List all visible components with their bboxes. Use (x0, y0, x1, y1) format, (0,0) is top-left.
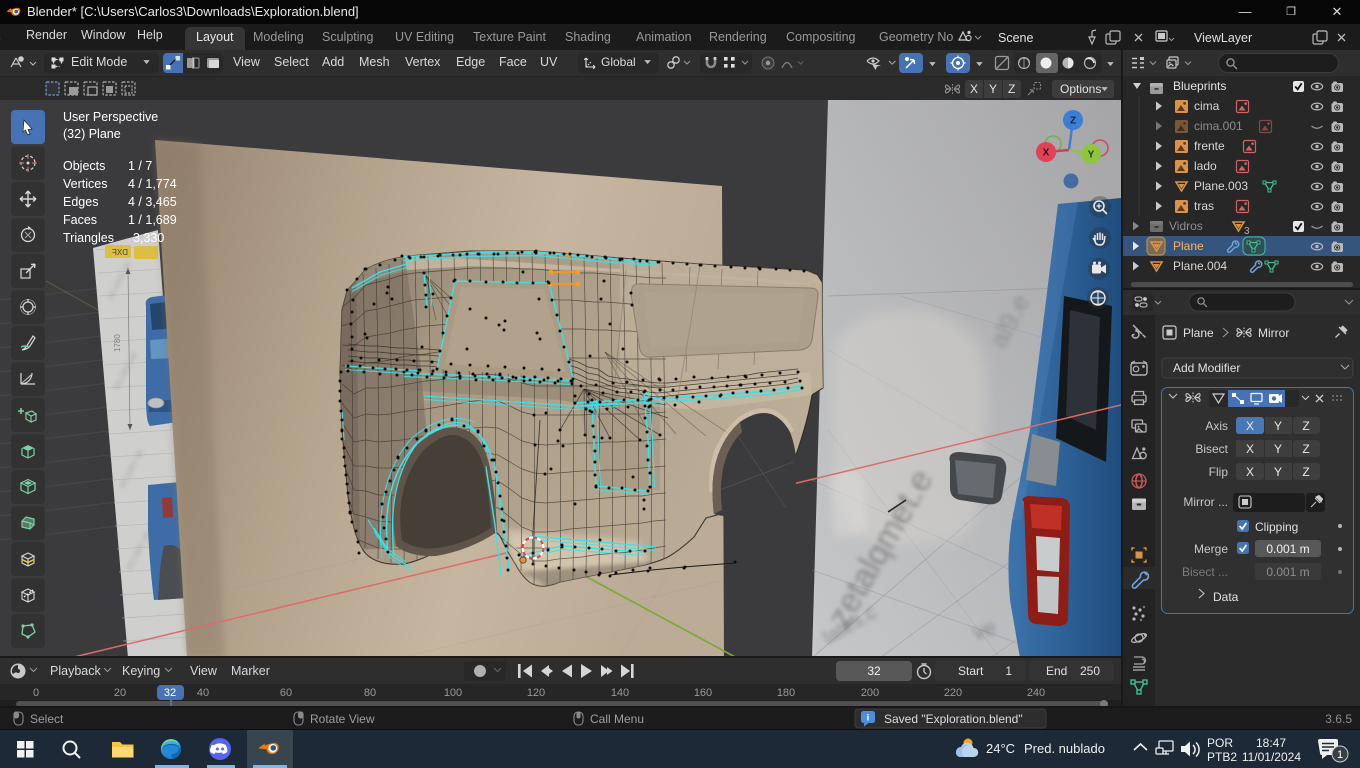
svg-text:End: End (1046, 664, 1067, 678)
svg-text:Plane: Plane (1183, 326, 1214, 340)
svg-text:4 / 3,465: 4 / 3,465 (128, 195, 177, 209)
svg-text:250: 250 (1080, 664, 1100, 678)
svg-text:POR: POR (1207, 736, 1233, 750)
svg-text:Y: Y (1088, 150, 1095, 161)
svg-text:Call Menu: Call Menu (590, 712, 644, 726)
svg-text:Z: Z (1302, 419, 1309, 433)
svg-text:Select: Select (30, 712, 64, 726)
svg-text:lado: lado (1194, 159, 1217, 173)
svg-text:Faces: Faces (63, 213, 97, 227)
svg-text:Clipping: Clipping (1255, 520, 1298, 534)
svg-text:32: 32 (867, 664, 881, 678)
svg-text:Start: Start (958, 664, 984, 678)
svg-text:Y: Y (1274, 419, 1282, 433)
svg-text:X: X (1246, 419, 1254, 433)
svg-text:Edges: Edges (63, 195, 98, 209)
svg-text:Triangles: Triangles (63, 231, 114, 245)
svg-text:Data: Data (1213, 590, 1239, 604)
svg-text:i: i (867, 713, 870, 724)
svg-text:0.001 m: 0.001 m (1266, 542, 1309, 556)
svg-text:60: 60 (280, 687, 292, 699)
svg-text:180: 180 (777, 687, 795, 699)
svg-text:Mirror: Mirror (1258, 326, 1289, 340)
svg-text:1: 1 (1337, 749, 1343, 761)
svg-text:Rotate View: Rotate View (310, 712, 375, 726)
svg-text:Z: Z (1302, 465, 1309, 479)
svg-text:40: 40 (197, 687, 209, 699)
svg-text:Vidros: Vidros (1169, 219, 1203, 233)
svg-text:0.001 m: 0.001 m (1266, 565, 1309, 579)
svg-text:Plane.003: Plane.003 (1194, 179, 1248, 193)
svg-text:Bisect ...: Bisect ... (1182, 565, 1228, 579)
svg-text:Y: Y (1274, 442, 1282, 456)
svg-text:1780: 1780 (113, 334, 122, 352)
svg-text:100: 100 (444, 687, 462, 699)
svg-text:Z: Z (1070, 116, 1076, 127)
svg-text:DXF: DXF (112, 248, 128, 257)
svg-text:Vertices: Vertices (63, 177, 107, 191)
svg-text:1 / 1,689: 1 / 1,689 (128, 213, 177, 227)
svg-text:220: 220 (944, 687, 962, 699)
svg-text:Mirror ...: Mirror ... (1183, 495, 1228, 509)
svg-text:User Perspective: User Perspective (63, 110, 158, 124)
svg-text:Y: Y (1274, 465, 1282, 479)
svg-text:cima.001: cima.001 (1194, 119, 1243, 133)
svg-text:frente: frente (1194, 139, 1225, 153)
svg-text:11/01/2024: 11/01/2024 (1242, 750, 1301, 764)
svg-text:160: 160 (694, 687, 712, 699)
svg-text:Keying: Keying (122, 664, 160, 678)
svg-text:240: 240 (1027, 687, 1045, 699)
svg-text:Objects: Objects (63, 159, 105, 173)
svg-text:Flip: Flip (1209, 465, 1229, 479)
svg-text:4 / 1,774: 4 / 1,774 (128, 177, 177, 191)
svg-text:200: 200 (861, 687, 879, 699)
svg-text:Bisect: Bisect (1195, 442, 1228, 456)
svg-text:140: 140 (611, 687, 629, 699)
svg-text:3: 3 (1244, 226, 1250, 237)
svg-text:3.6.5: 3.6.5 (1325, 712, 1352, 726)
svg-text:View: View (190, 664, 218, 678)
svg-text:24°C: 24°C (986, 741, 1015, 756)
svg-text:Pred. nublado: Pred. nublado (1024, 741, 1105, 756)
svg-text:Saved "Exploration.blend": Saved "Exploration.blend" (884, 712, 1023, 726)
svg-text:(32) Plane: (32) Plane (63, 127, 121, 141)
svg-text:Scene: Scene (998, 31, 1033, 45)
svg-text:Plane: Plane (1173, 239, 1204, 253)
svg-text:3,330: 3,330 (133, 231, 164, 245)
svg-text:Marker: Marker (231, 664, 270, 678)
svg-text:Axis: Axis (1205, 419, 1228, 433)
svg-text:Blueprints: Blueprints (1173, 79, 1226, 93)
svg-text:Playback: Playback (50, 664, 101, 678)
svg-text:X: X (1246, 442, 1254, 456)
svg-text:X: X (1246, 465, 1254, 479)
svg-text:PTB2: PTB2 (1207, 750, 1237, 764)
svg-text:20: 20 (114, 687, 126, 699)
svg-text:cima: cima (1194, 99, 1220, 113)
svg-text:Add Modifier: Add Modifier (1173, 361, 1240, 375)
svg-text:80: 80 (364, 687, 376, 699)
svg-text:0: 0 (33, 687, 39, 699)
svg-text:1: 1 (1005, 664, 1012, 678)
svg-text:tras: tras (1194, 199, 1214, 213)
svg-text:Z: Z (1302, 442, 1309, 456)
svg-text:X: X (1043, 148, 1050, 159)
svg-text:Plane.004: Plane.004 (1173, 259, 1227, 273)
svg-text:18:47: 18:47 (1256, 736, 1286, 750)
svg-text:ViewLayer: ViewLayer (1194, 31, 1252, 45)
svg-text:Merge: Merge (1194, 542, 1228, 556)
svg-text:32: 32 (164, 687, 176, 699)
svg-text:1 / 7: 1 / 7 (128, 159, 152, 173)
svg-text:120: 120 (527, 687, 545, 699)
